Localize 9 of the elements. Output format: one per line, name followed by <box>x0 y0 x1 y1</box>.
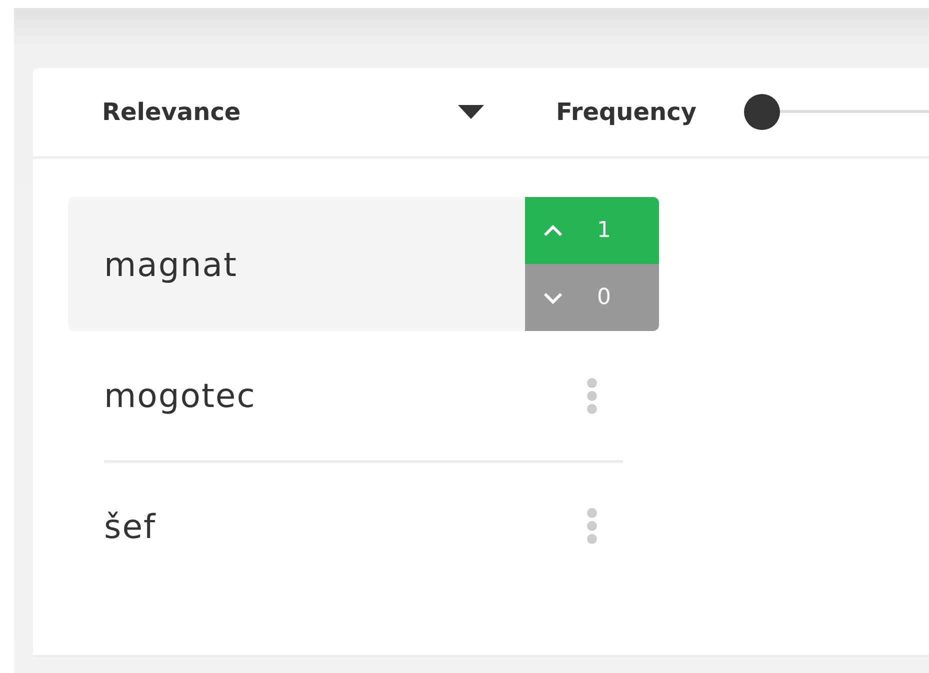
sort-dropdown[interactable]: Relevance <box>102 98 484 126</box>
frequency-label: Frequency <box>556 98 696 126</box>
word-text: šef <box>104 506 156 546</box>
slider-thumb[interactable] <box>744 94 780 130</box>
chevron-down-icon <box>543 292 563 304</box>
caret-icon <box>458 105 484 119</box>
word-text: magnat <box>104 244 238 284</box>
word-text: mogotec <box>104 376 256 415</box>
chevron-up-icon <box>543 224 563 236</box>
